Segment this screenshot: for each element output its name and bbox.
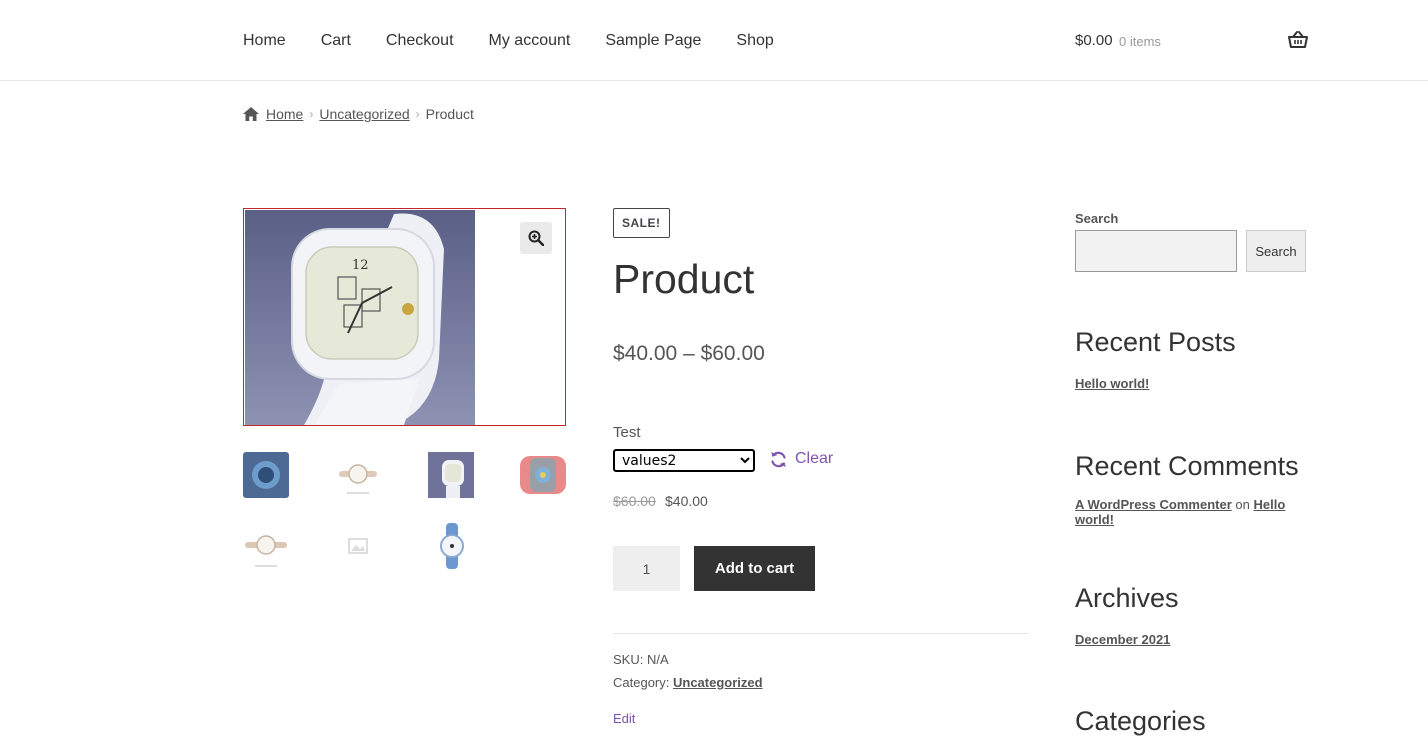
basket-icon[interactable] <box>1288 31 1308 49</box>
clear-label: Clear <box>795 450 834 467</box>
archive-link[interactable]: December 2021 <box>1075 632 1170 648</box>
variation-label: Test <box>613 424 641 441</box>
clear-variation-link[interactable]: Clear <box>770 449 833 469</box>
sale-price: $40.00 <box>665 493 708 509</box>
recent-post-link[interactable]: Hello world! <box>1075 376 1149 392</box>
category-label: Category: <box>613 675 670 690</box>
nav-item-sample-page[interactable]: Sample Page <box>605 31 701 51</box>
zoom-in-icon <box>528 230 544 246</box>
sku-value: N/A <box>646 652 669 667</box>
placeholder-image-icon <box>348 538 368 554</box>
zoom-button[interactable] <box>520 222 552 254</box>
gallery-thumbnail[interactable] <box>520 452 566 498</box>
breadcrumb: Home › Uncategorized › Product <box>243 105 474 123</box>
header-cart-total[interactable]: $0.00 <box>1075 31 1113 51</box>
thumbnail-image <box>428 452 474 498</box>
home-icon <box>243 107 259 121</box>
product-title: Product <box>613 256 755 302</box>
old-price: $60.00 <box>613 493 656 509</box>
svg-text:12: 12 <box>352 258 369 273</box>
gallery-thumbnail[interactable] <box>428 452 474 498</box>
breadcrumb-home[interactable]: Home <box>266 105 303 123</box>
thumbnail-image <box>520 456 566 494</box>
thumbnail-image <box>245 535 287 567</box>
nav-item-cart[interactable]: Cart <box>321 31 351 51</box>
sku-label: SKU: <box>613 652 644 667</box>
site-header: Home Cart Checkout My account Sample Pag… <box>0 0 1428 81</box>
recent-comment-item: A WordPress Commenter on Hello world! <box>1075 497 1305 527</box>
sidebar-search-button[interactable]: Search <box>1246 230 1306 272</box>
category-link[interactable]: Uncategorized <box>673 675 763 690</box>
archives-heading: Archives <box>1075 583 1179 613</box>
sale-badge: SALE! <box>613 208 670 238</box>
breadcrumb-current: Product <box>425 106 474 122</box>
divider <box>613 633 1029 634</box>
gallery-thumbnail[interactable] <box>428 523 474 569</box>
product-main-image[interactable]: 12 <box>243 208 566 426</box>
sidebar-search-label: Search <box>1075 211 1119 226</box>
breadcrumb-separator: › <box>415 107 420 121</box>
recent-comments-heading: Recent Comments <box>1075 451 1299 481</box>
quantity-input[interactable] <box>613 546 680 591</box>
sku-line: SKU: N/A <box>613 651 669 669</box>
add-to-cart-button[interactable]: Add to cart <box>694 546 815 591</box>
comment-author-link[interactable]: A WordPress Commenter <box>1075 497 1232 512</box>
gallery-thumbnail[interactable] <box>335 452 381 498</box>
header-cart-count[interactable]: 0 items <box>1119 33 1161 51</box>
primary-nav: Home Cart Checkout My account Sample Pag… <box>243 31 809 51</box>
comment-on-text: on <box>1235 497 1250 512</box>
price-range: $40.00 – $60.00 <box>613 342 765 365</box>
breadcrumb-separator: › <box>309 107 314 121</box>
gallery-thumbnail[interactable] <box>335 523 381 569</box>
refresh-icon <box>771 451 786 467</box>
variation-select[interactable]: values2 <box>613 449 755 472</box>
thumbnail-image <box>243 452 289 498</box>
categories-heading: Categories <box>1075 706 1206 736</box>
gallery-thumbnail[interactable] <box>243 523 289 569</box>
nav-item-my-account[interactable]: My account <box>489 31 571 51</box>
edit-link[interactable]: Edit <box>613 710 635 728</box>
gallery-thumbnail[interactable] <box>243 452 289 498</box>
nav-item-shop[interactable]: Shop <box>736 31 773 51</box>
category-line: Category: Uncategorized <box>613 674 763 692</box>
watch-image: 12 <box>245 210 475 425</box>
breadcrumb-uncategorized[interactable]: Uncategorized <box>319 105 409 123</box>
sidebar-search-input[interactable] <box>1075 230 1237 272</box>
nav-item-home[interactable]: Home <box>243 31 286 51</box>
nav-item-checkout[interactable]: Checkout <box>386 31 454 51</box>
thumbnail-image <box>440 523 464 569</box>
thumbnail-image <box>339 464 377 494</box>
recent-posts-heading: Recent Posts <box>1075 327 1236 357</box>
